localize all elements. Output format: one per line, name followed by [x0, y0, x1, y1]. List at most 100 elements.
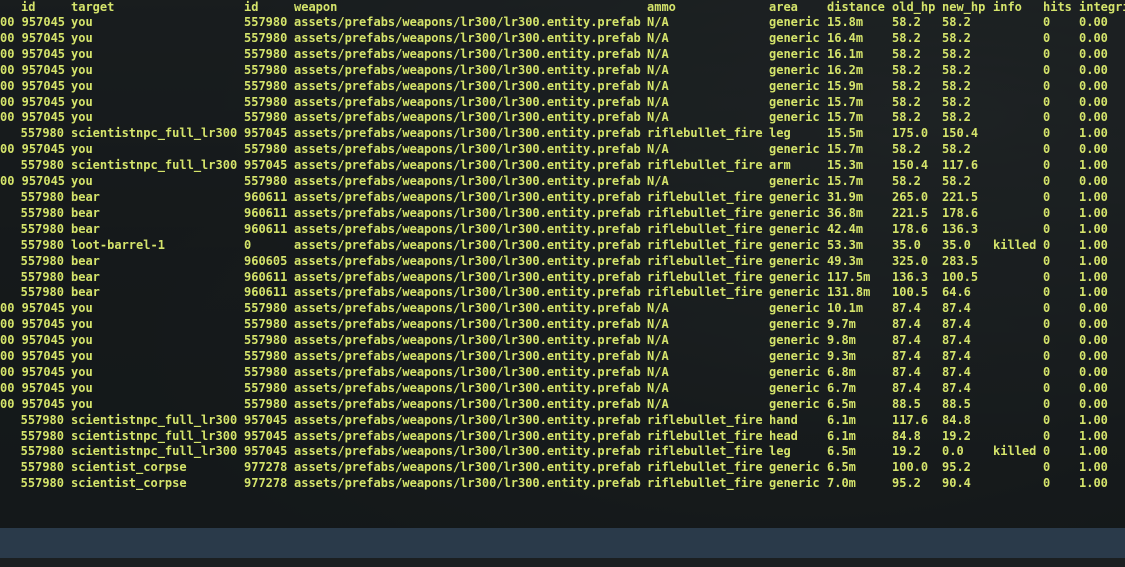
row-weapon: assets/prefabs/weapons/lr300/lr300.entit…: [294, 333, 641, 348]
row-attacker-id: 557980: [20, 158, 64, 173]
row-target: scientist_corpse: [71, 460, 187, 475]
row-attacker-id: 00 957045: [0, 349, 66, 364]
row-ammo: N/A: [647, 78, 669, 93]
row-weapon: assets/prefabs/weapons/lr300/lr300.entit…: [294, 30, 641, 45]
row-old-hp: 87.4: [892, 301, 921, 316]
row-integrity: 1.00: [1079, 460, 1108, 475]
row-attacker-id: 00 957045: [0, 46, 66, 61]
row-target: scientistnpc_full_lr300: [71, 126, 238, 141]
row-attacker-id: 557980: [20, 444, 64, 459]
row-attacker-id: 00 957045: [0, 317, 66, 332]
row-distance: 36.8m: [827, 205, 864, 220]
row-distance: 15.3m: [827, 158, 864, 173]
row-ammo: riflebullet_fire: [647, 126, 763, 141]
row-weapon: assets/prefabs/weapons/lr300/lr300.entit…: [294, 126, 641, 141]
row-ammo: N/A: [647, 396, 669, 411]
row-weapon: assets/prefabs/weapons/lr300/lr300.entit…: [294, 380, 641, 395]
row-integrity: 0.00: [1079, 396, 1108, 411]
row-area: generic: [769, 46, 820, 61]
row-area: generic: [769, 476, 820, 491]
row-area: generic: [769, 317, 820, 332]
row-target: you: [71, 349, 93, 364]
row-hits: 0: [1043, 158, 1051, 173]
row-integrity: 0.00: [1079, 142, 1108, 157]
row-attacker-id: 00 957045: [0, 142, 66, 157]
row-integrity: 0.00: [1079, 78, 1108, 93]
row-area: generic: [769, 78, 820, 93]
row-weapon: assets/prefabs/weapons/lr300/lr300.entit…: [294, 62, 641, 77]
row-area: generic: [769, 30, 820, 45]
row-target-id: 960611: [244, 205, 288, 220]
row-target-id: 957045: [244, 126, 288, 141]
row-target: you: [71, 396, 93, 411]
row-old-hp: 88.5: [892, 396, 921, 411]
row-area: leg: [769, 444, 791, 459]
row-attacker-id: 00 957045: [0, 301, 66, 316]
row-target: bear: [71, 189, 100, 204]
row-weapon: assets/prefabs/weapons/lr300/lr300.entit…: [294, 460, 641, 475]
row-area: generic: [769, 285, 820, 300]
row-distance: 6.5m: [827, 460, 856, 475]
row-hits: 0: [1043, 396, 1051, 411]
row-hits: 0: [1043, 460, 1051, 475]
row-target: you: [71, 317, 93, 332]
console-input[interactable]: [0, 528, 1125, 558]
row-ammo: N/A: [647, 30, 669, 45]
row-new-hp: 90.4: [942, 476, 971, 491]
row-target-id: 957045: [244, 444, 288, 459]
row-hits: 0: [1043, 62, 1051, 77]
row-area: leg: [769, 126, 791, 141]
row-ammo: N/A: [647, 110, 669, 125]
row-target: you: [71, 380, 93, 395]
row-integrity: 0.00: [1079, 349, 1108, 364]
row-target: bear: [71, 205, 100, 220]
row-weapon: assets/prefabs/weapons/lr300/lr300.entit…: [294, 412, 641, 427]
row-distance: 15.8m: [827, 15, 864, 29]
row-attacker-id: 557980: [20, 428, 64, 443]
row-weapon: assets/prefabs/weapons/lr300/lr300.entit…: [294, 189, 641, 204]
row-attacker-id: 00 957045: [0, 78, 66, 93]
row-integrity: 1.00: [1079, 444, 1108, 459]
row-target: bear: [71, 285, 100, 300]
row-weapon: assets/prefabs/weapons/lr300/lr300.entit…: [294, 142, 641, 157]
row-target: you: [71, 46, 93, 61]
row-weapon: assets/prefabs/weapons/lr300/lr300.entit…: [294, 349, 641, 364]
row-distance: 15.9m: [827, 78, 864, 93]
row-area: head: [769, 428, 798, 443]
row-target-id: 557980: [244, 62, 288, 77]
row-area: generic: [769, 396, 820, 411]
row-attacker-id: 00 957045: [0, 396, 66, 411]
row-weapon: assets/prefabs/weapons/lr300/lr300.entit…: [294, 301, 641, 316]
row-attacker-id: 557980: [20, 221, 64, 236]
row-distance: 6.5m: [827, 396, 856, 411]
row-distance: 6.8m: [827, 364, 856, 379]
row-integrity: 0.00: [1079, 110, 1108, 125]
row-ammo: riflebullet_fire: [647, 253, 763, 268]
row-integrity: 0.00: [1079, 174, 1108, 189]
row-new-hp: 58.2: [942, 110, 971, 125]
row-new-hp: 87.4: [942, 380, 971, 395]
row-hits: 0: [1043, 285, 1051, 300]
row-new-hp: 0.0: [942, 444, 964, 459]
row-distance: 6.5m: [827, 444, 856, 459]
row-weapon: assets/prefabs/weapons/lr300/lr300.entit…: [294, 444, 641, 459]
row-old-hp: 58.2: [892, 62, 921, 77]
row-weapon: assets/prefabs/weapons/lr300/lr300.entit…: [294, 158, 641, 173]
row-area: generic: [769, 301, 820, 316]
row-area: generic: [769, 62, 820, 77]
row-attacker-id: 00 957045: [0, 110, 66, 125]
row-old-hp: 58.2: [892, 110, 921, 125]
row-new-hp: 58.2: [942, 94, 971, 109]
row-distance: 42.4m: [827, 221, 864, 236]
row-weapon: assets/prefabs/weapons/lr300/lr300.entit…: [294, 285, 641, 300]
row-new-hp: 87.4: [942, 349, 971, 364]
row-attacker-id: 00 957045: [0, 30, 66, 45]
row-new-hp: 283.5: [942, 253, 979, 268]
row-new-hp: 58.2: [942, 15, 971, 29]
row-target: bear: [71, 269, 100, 284]
row-integrity: 1.00: [1079, 237, 1108, 252]
row-area: generic: [769, 221, 820, 236]
row-attacker-id: 00 957045: [0, 380, 66, 395]
header-target-id: id: [244, 0, 259, 14]
header-target: target: [71, 0, 115, 14]
